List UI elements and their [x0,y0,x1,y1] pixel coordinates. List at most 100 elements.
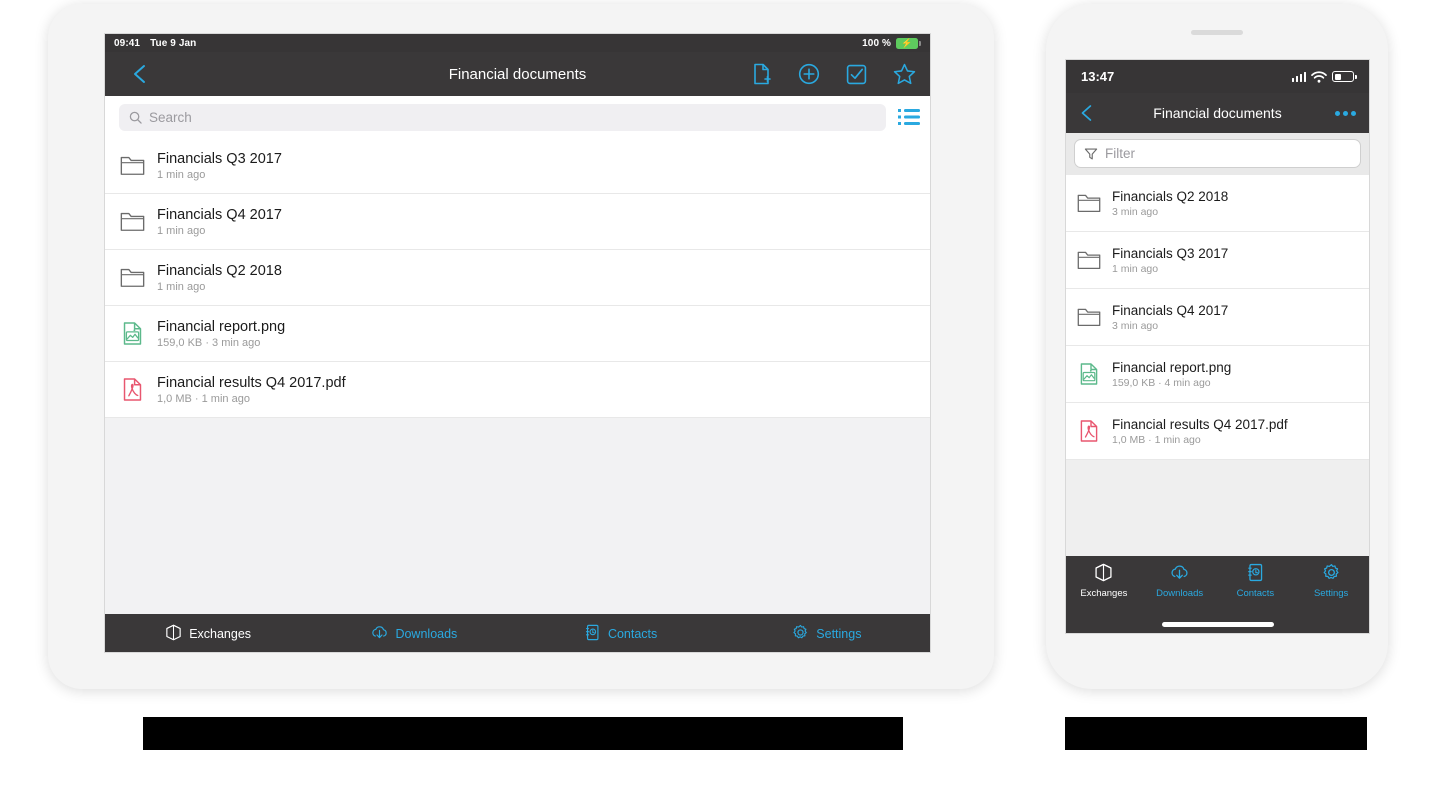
contacts-icon [584,624,601,644]
phone-nav-bar: Financial documents [1066,93,1369,133]
gear-icon [793,624,808,639]
tab-label: Downloads [395,627,458,641]
tablet-tab-bar: Exchanges Downloads Contacts Settings [105,614,930,652]
tab-downloads[interactable]: Downloads [311,624,517,644]
tab-downloads[interactable]: Downloads [1142,563,1218,599]
ellipsis-icon [1351,110,1356,116]
folder-icon [120,156,144,175]
tab-label: Exchanges [1080,588,1128,599]
favorite-button[interactable] [893,63,916,85]
cloud-down-icon [372,626,388,639]
checkbox-check-icon [846,64,867,84]
list-item[interactable]: Financial report.png 159,0 KB · 3 min ago [105,306,930,362]
item-name: Financials Q4 2017 [157,206,282,223]
status-date: Tue 9 Jan [150,37,197,49]
phone-status-bar: 13:47 [1066,60,1369,93]
tab-contacts[interactable]: Contacts [1218,563,1294,599]
tab-settings[interactable]: Settings [724,624,930,644]
tablet-screen: 09:41 Tue 9 Jan 100 % ⚡ Financial docume… [104,33,931,653]
gear-icon [1322,563,1341,585]
file-type-icon [1076,362,1102,386]
back-button[interactable] [119,62,159,86]
tab-label: Downloads [1156,588,1204,599]
item-meta: 159,0 KB · 3 min ago [157,336,261,349]
status-time: 13:47 [1081,69,1115,84]
list-item[interactable]: Financials Q4 2017 3 min ago [1066,289,1369,346]
search-input[interactable]: Search [119,103,886,131]
list-item[interactable]: Financial results Q4 2017.pdf 1,0 MB · 1 … [105,362,930,418]
item-meta: 1 min ago [1112,262,1159,275]
phone-file-list: Financials Q2 2018 3 min ago Financials Q3… [1066,175,1369,460]
phone-screen: 13:47 Financial documents Filter Financi… [1065,59,1370,634]
ellipsis-icon [1335,110,1340,116]
file-type-icon [1076,419,1102,443]
list-item[interactable]: Financials Q4 2017 1 min ago [105,194,930,250]
item-meta: 159,0 KB · 4 min ago [1112,376,1211,389]
file-type-icon [1076,307,1102,327]
tablet-file-list: Financials Q3 2017 1 min ago Financials Q4… [105,138,930,418]
star-icon [893,63,916,85]
file-type-icon [1076,250,1102,270]
phone-empty-area [1066,460,1369,556]
status-time: 09:41 [114,37,141,49]
list-view-toggle[interactable] [898,108,920,126]
item-name: Financials Q3 2017 [157,150,282,167]
new-document-button[interactable] [752,63,772,85]
tab-contacts[interactable]: Contacts [518,624,724,644]
item-meta: 3 min ago [1112,205,1159,218]
tab-exchanges[interactable]: Exchanges [1066,563,1142,599]
tab-label: Contacts [1236,588,1275,599]
item-name: Financials Q2 2018 [1112,188,1229,204]
pdf-file-icon [123,378,141,401]
phone-tab-bar: Exchanges Downloads Contacts Settings [1066,556,1369,613]
list-item[interactable]: Financials Q2 2018 1 min ago [105,250,930,306]
battery-icon: ⚡ [896,37,921,49]
list-item[interactable]: Financial results Q4 2017.pdf 1,0 MB · 1 … [1066,403,1369,460]
redaction-bar-left [143,717,903,750]
item-name: Financials Q4 2017 [1112,302,1229,318]
folder-icon [120,268,144,287]
item-meta: 1,0 MB · 1 min ago [157,392,250,405]
tab-exchanges[interactable]: Exchanges [105,624,311,644]
file-type-icon [119,155,145,176]
list-item[interactable]: Financials Q3 2017 1 min ago [1066,232,1369,289]
phone-home-indicator-area [1066,613,1369,633]
contacts-icon [1246,563,1265,585]
cube-icon [1095,563,1112,582]
item-meta: 1 min ago [157,224,206,237]
folder-icon [1077,194,1101,213]
item-name: Financials Q2 2018 [157,262,282,279]
list-item[interactable]: Financials Q3 2017 1 min ago [105,138,930,194]
tab-settings[interactable]: Settings [1293,563,1369,599]
list-item[interactable]: Financial report.png 159,0 KB · 4 min ago [1066,346,1369,403]
item-meta: 1,0 MB · 1 min ago [1112,433,1201,446]
folder-icon [1077,251,1101,270]
home-indicator[interactable] [1161,621,1274,627]
select-button[interactable] [846,64,867,85]
tablet-toolbar-actions [752,63,916,85]
add-button[interactable] [798,63,820,85]
more-options-button[interactable] [1335,110,1356,116]
redaction-bar-right [1065,717,1367,750]
cellular-signal-icon [1291,71,1306,82]
item-meta: 1 min ago [157,280,206,293]
tablet-status-bar: 09:41 Tue 9 Jan 100 % ⚡ [105,34,930,52]
contacts-icon [1248,563,1263,582]
filter-input[interactable]: Filter [1074,139,1361,168]
battery-icon [1332,71,1357,82]
search-icon [129,111,142,124]
chevron-left-icon [1081,105,1092,121]
file-type-icon [119,267,145,288]
item-name: Financial results Q4 2017.pdf [157,374,346,391]
item-name: Financial results Q4 2017.pdf [1112,416,1288,432]
chevron-left-icon [134,65,145,83]
tablet-nav-bar: Financial documents [105,52,930,96]
folder-icon [120,212,144,231]
png-file-icon [123,322,141,345]
list-item[interactable]: Financials Q2 2018 3 min ago [1066,175,1369,232]
item-name: Financial report.png [1112,359,1232,375]
page-title: Financial documents [1153,105,1282,121]
pdf-file-icon [1080,420,1098,442]
cube-icon [165,624,182,644]
back-button[interactable] [1079,102,1093,124]
